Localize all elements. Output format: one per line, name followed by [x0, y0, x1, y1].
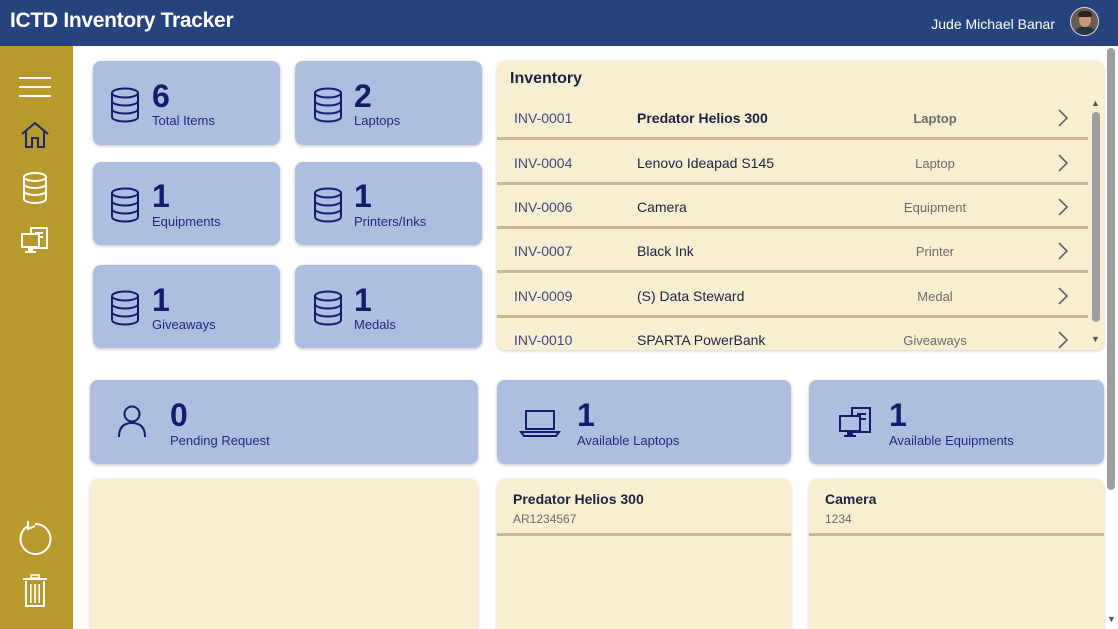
database-icon — [111, 87, 139, 123]
giveaways-label: Giveaways — [152, 317, 216, 332]
inventory-category: Printer — [915, 244, 955, 259]
refresh-icon — [19, 521, 52, 555]
printers-count: 1 — [354, 178, 372, 214]
pending-requests-panel — [90, 479, 478, 629]
inventory-name: Camera — [637, 199, 687, 215]
chevron-right-icon[interactable] — [1057, 330, 1069, 350]
database-icon — [23, 172, 47, 204]
equipments-card[interactable]: 1 Equipments — [93, 162, 280, 245]
scroll-down-arrow[interactable]: ▼ — [1091, 334, 1100, 344]
pending-request-card[interactable]: 0 Pending Request — [90, 380, 478, 464]
inventory-row[interactable]: INV-0006 Camera Equipment — [497, 185, 1088, 229]
person-icon — [118, 405, 146, 438]
chevron-right-icon[interactable] — [1057, 286, 1069, 306]
chevron-right-icon[interactable] — [1057, 153, 1069, 173]
giveaways-card[interactable]: 1 Giveaways — [93, 265, 280, 348]
inventory-category: Giveaways — [903, 333, 967, 348]
page-scroll-down-arrow[interactable]: ▼ — [1107, 614, 1116, 624]
pending-request-count: 0 — [170, 397, 188, 433]
inventory-button[interactable] — [14, 169, 56, 207]
medals-card[interactable]: 1 Medals — [295, 265, 482, 348]
inventory-code: INV-0001 — [514, 110, 573, 126]
available-laptops-label: Available Laptops — [577, 433, 680, 448]
available-equipments-panel: Camera 1234 — [809, 479, 1104, 629]
menu-icon — [19, 77, 51, 97]
laptop-icon — [519, 410, 561, 437]
database-icon — [314, 87, 342, 123]
sidebar — [0, 46, 73, 629]
available-equipments-card[interactable]: 1 Available Equipments — [809, 380, 1104, 464]
medals-label: Medals — [354, 317, 396, 332]
inventory-code: INV-0006 — [514, 199, 573, 215]
database-icon — [314, 290, 342, 326]
delete-button[interactable] — [14, 572, 56, 610]
chevron-right-icon[interactable] — [1057, 241, 1069, 261]
available-equipments-label: Available Equipments — [889, 433, 1014, 448]
refresh-button[interactable] — [14, 520, 56, 558]
inventory-row[interactable]: INV-0004 Lenovo Ideapad S145 Laptop — [497, 141, 1088, 185]
available-equipments-count: 1 — [889, 397, 907, 433]
inventory-row[interactable]: INV-0010 SPARTA PowerBank Giveaways — [497, 318, 1088, 350]
menu-button[interactable] — [14, 68, 56, 106]
inventory-name: Black Ink — [637, 243, 694, 259]
inventory-name: (S) Data Steward — [637, 288, 745, 304]
inventory-row[interactable]: INV-0007 Black Ink Printer — [497, 229, 1088, 273]
laptop-item-serial: AR1234567 — [513, 512, 577, 526]
database-icon — [111, 290, 139, 326]
equipment-button[interactable] — [14, 222, 56, 260]
inventory-category: Laptop — [913, 111, 957, 126]
home-button[interactable] — [14, 116, 56, 154]
inventory-code: INV-0010 — [514, 332, 573, 348]
available-laptops-panel: Predator Helios 300 AR1234567 — [497, 479, 791, 629]
page-scrollbar[interactable] — [1107, 48, 1115, 490]
inventory-row[interactable]: INV-0009 (S) Data Steward Medal — [497, 274, 1088, 318]
equipment-item-name[interactable]: Camera — [825, 491, 876, 507]
inventory-code: INV-0004 — [514, 155, 573, 171]
inventory-category: Laptop — [915, 156, 955, 171]
inventory-list: INV-0001 Predator Helios 300 Laptop INV-… — [497, 0, 1089, 350]
equipments-count: 1 — [152, 178, 170, 214]
equipment-item-serial: 1234 — [825, 512, 852, 526]
laptops-count: 2 — [354, 78, 372, 114]
medals-count: 1 — [354, 282, 372, 318]
trash-icon — [23, 574, 47, 607]
pending-request-label: Pending Request — [170, 433, 270, 448]
inventory-category: Equipment — [903, 200, 967, 215]
printers-card[interactable]: 1 Printers/Inks — [295, 162, 482, 245]
database-icon — [314, 187, 342, 223]
inventory-row[interactable]: INV-0001 Predator Helios 300 Laptop — [497, 96, 1088, 140]
chevron-right-icon[interactable] — [1057, 197, 1069, 217]
laptops-label: Laptops — [354, 113, 401, 128]
computer-icon — [839, 407, 871, 437]
computer-icon — [21, 227, 48, 253]
giveaways-count: 1 — [152, 282, 170, 318]
scroll-up-arrow[interactable]: ▲ — [1091, 98, 1100, 108]
total-items-label: Total Items — [152, 113, 215, 128]
available-laptops-count: 1 — [577, 397, 595, 433]
database-icon — [111, 187, 139, 223]
equipments-label: Equipments — [152, 214, 221, 229]
inventory-name: SPARTA PowerBank — [637, 332, 766, 348]
divider — [497, 533, 791, 536]
inventory-category: Medal — [917, 289, 953, 304]
available-laptops-card[interactable]: 1 Available Laptops — [497, 380, 791, 464]
inventory-name: Lenovo Ideapad S145 — [637, 155, 775, 171]
inventory-code: INV-0007 — [514, 243, 573, 259]
inventory-name: Predator Helios 300 — [637, 110, 768, 126]
app-title: ICTD Inventory Tracker — [10, 9, 234, 32]
inventory-scrollbar[interactable] — [1092, 112, 1100, 322]
total-items-card[interactable]: 6 Total Items — [93, 61, 280, 145]
chevron-right-icon[interactable] — [1057, 108, 1069, 128]
home-icon — [21, 121, 49, 148]
total-items-count: 6 — [152, 78, 170, 114]
laptops-card[interactable]: 2 Laptops — [295, 61, 482, 145]
divider — [809, 533, 1104, 536]
laptop-item-name[interactable]: Predator Helios 300 — [513, 491, 644, 507]
printers-label: Printers/Inks — [354, 214, 427, 229]
inventory-code: INV-0009 — [514, 288, 573, 304]
